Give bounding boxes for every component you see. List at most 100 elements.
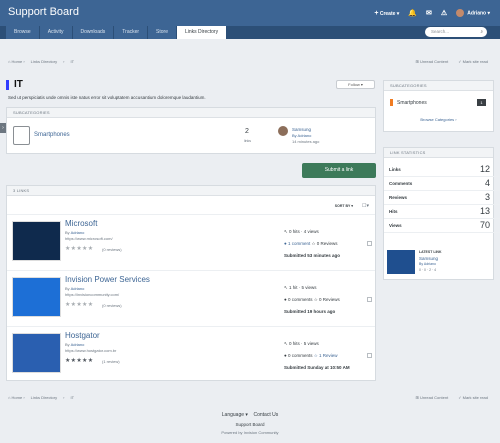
link-title[interactable]: Microsoft [65, 219, 97, 228]
tab-store[interactable]: Store [148, 26, 176, 39]
comments-link[interactable]: ● 1 comment [284, 241, 310, 246]
link-author: By Adriano [65, 230, 85, 235]
tab-browse[interactable]: Browse [6, 26, 39, 39]
page-description: Sed ut perspiciatis unde omnis iste natu… [8, 95, 206, 100]
unread-content-link[interactable]: ⊞ Unread Content [415, 395, 448, 400]
row-checkbox[interactable] [367, 297, 372, 302]
reviews-link[interactable]: ☆ 1 Review [314, 353, 338, 358]
latest-link-title[interactable]: Samsung [292, 127, 311, 132]
link-url: https://www.microsoft.com/ [65, 236, 113, 241]
links-header: 3 LINKS [7, 186, 375, 196]
bell-icon[interactable]: 🔔 [408, 10, 417, 17]
tab-activity[interactable]: Activity [39, 26, 72, 39]
link-title[interactable]: Hostgator [65, 331, 100, 340]
breadcrumb-it[interactable]: IT [70, 59, 74, 64]
hits-views: ↖ 0 hits · 5 views [284, 341, 319, 346]
search-input[interactable]: Search... ⌕ [425, 27, 487, 37]
stat-row: Views 70 [384, 219, 500, 233]
row-checkbox[interactable] [367, 353, 372, 358]
view-toggle-icon[interactable]: ☐▾ [362, 203, 369, 209]
sidebar-subcategories: SUBCATEGORIES Smartphones 1 Browse Categ… [383, 80, 494, 132]
breadcrumb: ⌂ Home › Links Directory › IT [8, 59, 75, 64]
link-thumbnail[interactable] [12, 333, 61, 373]
rating-stars: ★★★★★ [65, 302, 94, 308]
language-menu[interactable]: Language ▾ [222, 412, 248, 418]
subcategories-box: SUBCATEGORIES Smartphones 2 links Samsun… [6, 107, 376, 154]
breadcrumb-it[interactable]: IT [70, 395, 74, 400]
footer-links: Language ▾ Contact Us [0, 412, 500, 418]
link-statistics: LINK STATISTICS Links 12 Comments 4 Review… [383, 147, 500, 280]
sidebar-subcategory-item[interactable]: Smartphones [397, 100, 427, 106]
avatar [278, 126, 288, 136]
breadcrumb-bottom: ⌂ Home › Links Directory › IT [8, 395, 75, 400]
tab-downloads[interactable]: Downloads [72, 26, 114, 39]
subcategory-count-label: links [244, 139, 252, 143]
review-count: (1 review) [102, 359, 120, 364]
latest-link-time: 14 minutes ago [292, 139, 320, 144]
submitted-time: Submitted Sunday at 10:50 AM [284, 365, 350, 370]
sort-by-menu[interactable]: SORT BY ▾ [335, 204, 353, 208]
latest-link-author[interactable]: By Adriano [419, 262, 436, 266]
unread-content-link[interactable]: ⊞ Unread Content [415, 59, 448, 64]
submitted-time: Submitted 53 minutes ago [284, 253, 341, 258]
category-color-marker [390, 99, 393, 106]
envelope-icon[interactable]: ✉ [426, 10, 432, 17]
submitted-time: Submitted 19 hours ago [284, 309, 336, 314]
create-menu[interactable]: + Create ▾ [374, 10, 399, 17]
latest-link-author[interactable]: By Adriano [292, 133, 311, 138]
subcategory-name[interactable]: Smartphones [34, 132, 70, 138]
tab-links-directory[interactable]: Links Directory [177, 26, 227, 39]
latest-link-thumbnail[interactable] [387, 250, 415, 274]
plus-icon: + [374, 9, 379, 17]
stat-row: Comments 4 [384, 177, 500, 191]
link-author: By Adriano [65, 342, 85, 347]
link-thumbnail[interactable] [12, 221, 61, 261]
search-icon: ⌕ [480, 29, 483, 34]
follow-button[interactable]: Follow ▾ [336, 80, 375, 89]
sidebar-subcategories-header: SUBCATEGORIES [384, 81, 493, 91]
mark-site-read-link[interactable]: ✓ Mark site read [458, 59, 488, 64]
comments-reviews: ● 1 comment ☆ 0 Reviews [284, 241, 338, 246]
tab-tracker[interactable]: Tracker [114, 26, 148, 39]
latest-link-label: LATEST LINK [419, 250, 442, 254]
user-menu[interactable]: Adriano ▾ [456, 9, 490, 17]
list-item: Microsoft By Adriano https://www.microso… [7, 214, 375, 270]
user-bar: + Create ▾ 🔔 ✉ ⚠ Adriano ▾ [374, 8, 490, 18]
review-count: (0 reviews) [102, 303, 122, 308]
title-marker [6, 80, 9, 90]
site-brand[interactable]: Support Board [8, 6, 79, 18]
stat-row: Reviews 3 [384, 191, 500, 205]
rating-stars: ★★★★★ [65, 246, 94, 252]
review-count: (0 reviews) [102, 247, 122, 252]
footer-site-name: Support Board [235, 422, 265, 427]
nav-tabs: Browse Activity Downloads Tracker Store … [6, 26, 227, 39]
avatar [456, 9, 465, 17]
submit-link-button[interactable]: Submit a link [302, 163, 376, 178]
comments-reviews: ● 0 comments ☆ 0 Reviews [284, 297, 340, 302]
breadcrumb-home[interactable]: ⌂ Home › [8, 59, 25, 64]
hits-views: ↖ 1 hit · 5 views [284, 285, 317, 290]
subcategories-header: SUBCATEGORIES [7, 108, 375, 118]
latest-link-title[interactable]: Samsung [419, 256, 438, 261]
link-statistics-header: LINK STATISTICS [384, 148, 493, 158]
stat-row: Hits 13 [384, 205, 500, 219]
breadcrumb-links-directory[interactable]: Links Directory [31, 395, 57, 400]
breadcrumb-links-directory[interactable]: Links Directory [31, 59, 57, 64]
breadcrumb-home[interactable]: ⌂ Home › [8, 395, 25, 400]
breadcrumb-actions: ⊞ Unread Content ✓ Mark site read [415, 59, 488, 64]
breadcrumb-actions-bottom: ⊞ Unread Content ✓ Mark site read [415, 395, 488, 400]
rating-stars: ★★★★★ [65, 358, 94, 364]
list-item: Invision Power Services By Adriano https… [7, 270, 375, 326]
footer-powered-by[interactable]: Powered by Invision Community [0, 430, 500, 435]
page-title: IT [14, 79, 23, 90]
warning-icon[interactable]: ⚠ [441, 10, 447, 17]
mark-site-read-link[interactable]: ✓ Mark site read [458, 395, 488, 400]
link-author: By Adriano [65, 286, 85, 291]
contact-us-link[interactable]: Contact Us [253, 412, 278, 418]
latest-link-meta: 0 · 0 · 2 · 4 [419, 268, 437, 272]
row-checkbox[interactable] [367, 241, 372, 246]
browse-categories-link[interactable]: Browse Categories › [384, 117, 493, 122]
link-thumbnail[interactable] [12, 277, 61, 317]
link-title[interactable]: Invision Power Services [65, 275, 150, 284]
smartphone-icon [13, 126, 30, 145]
